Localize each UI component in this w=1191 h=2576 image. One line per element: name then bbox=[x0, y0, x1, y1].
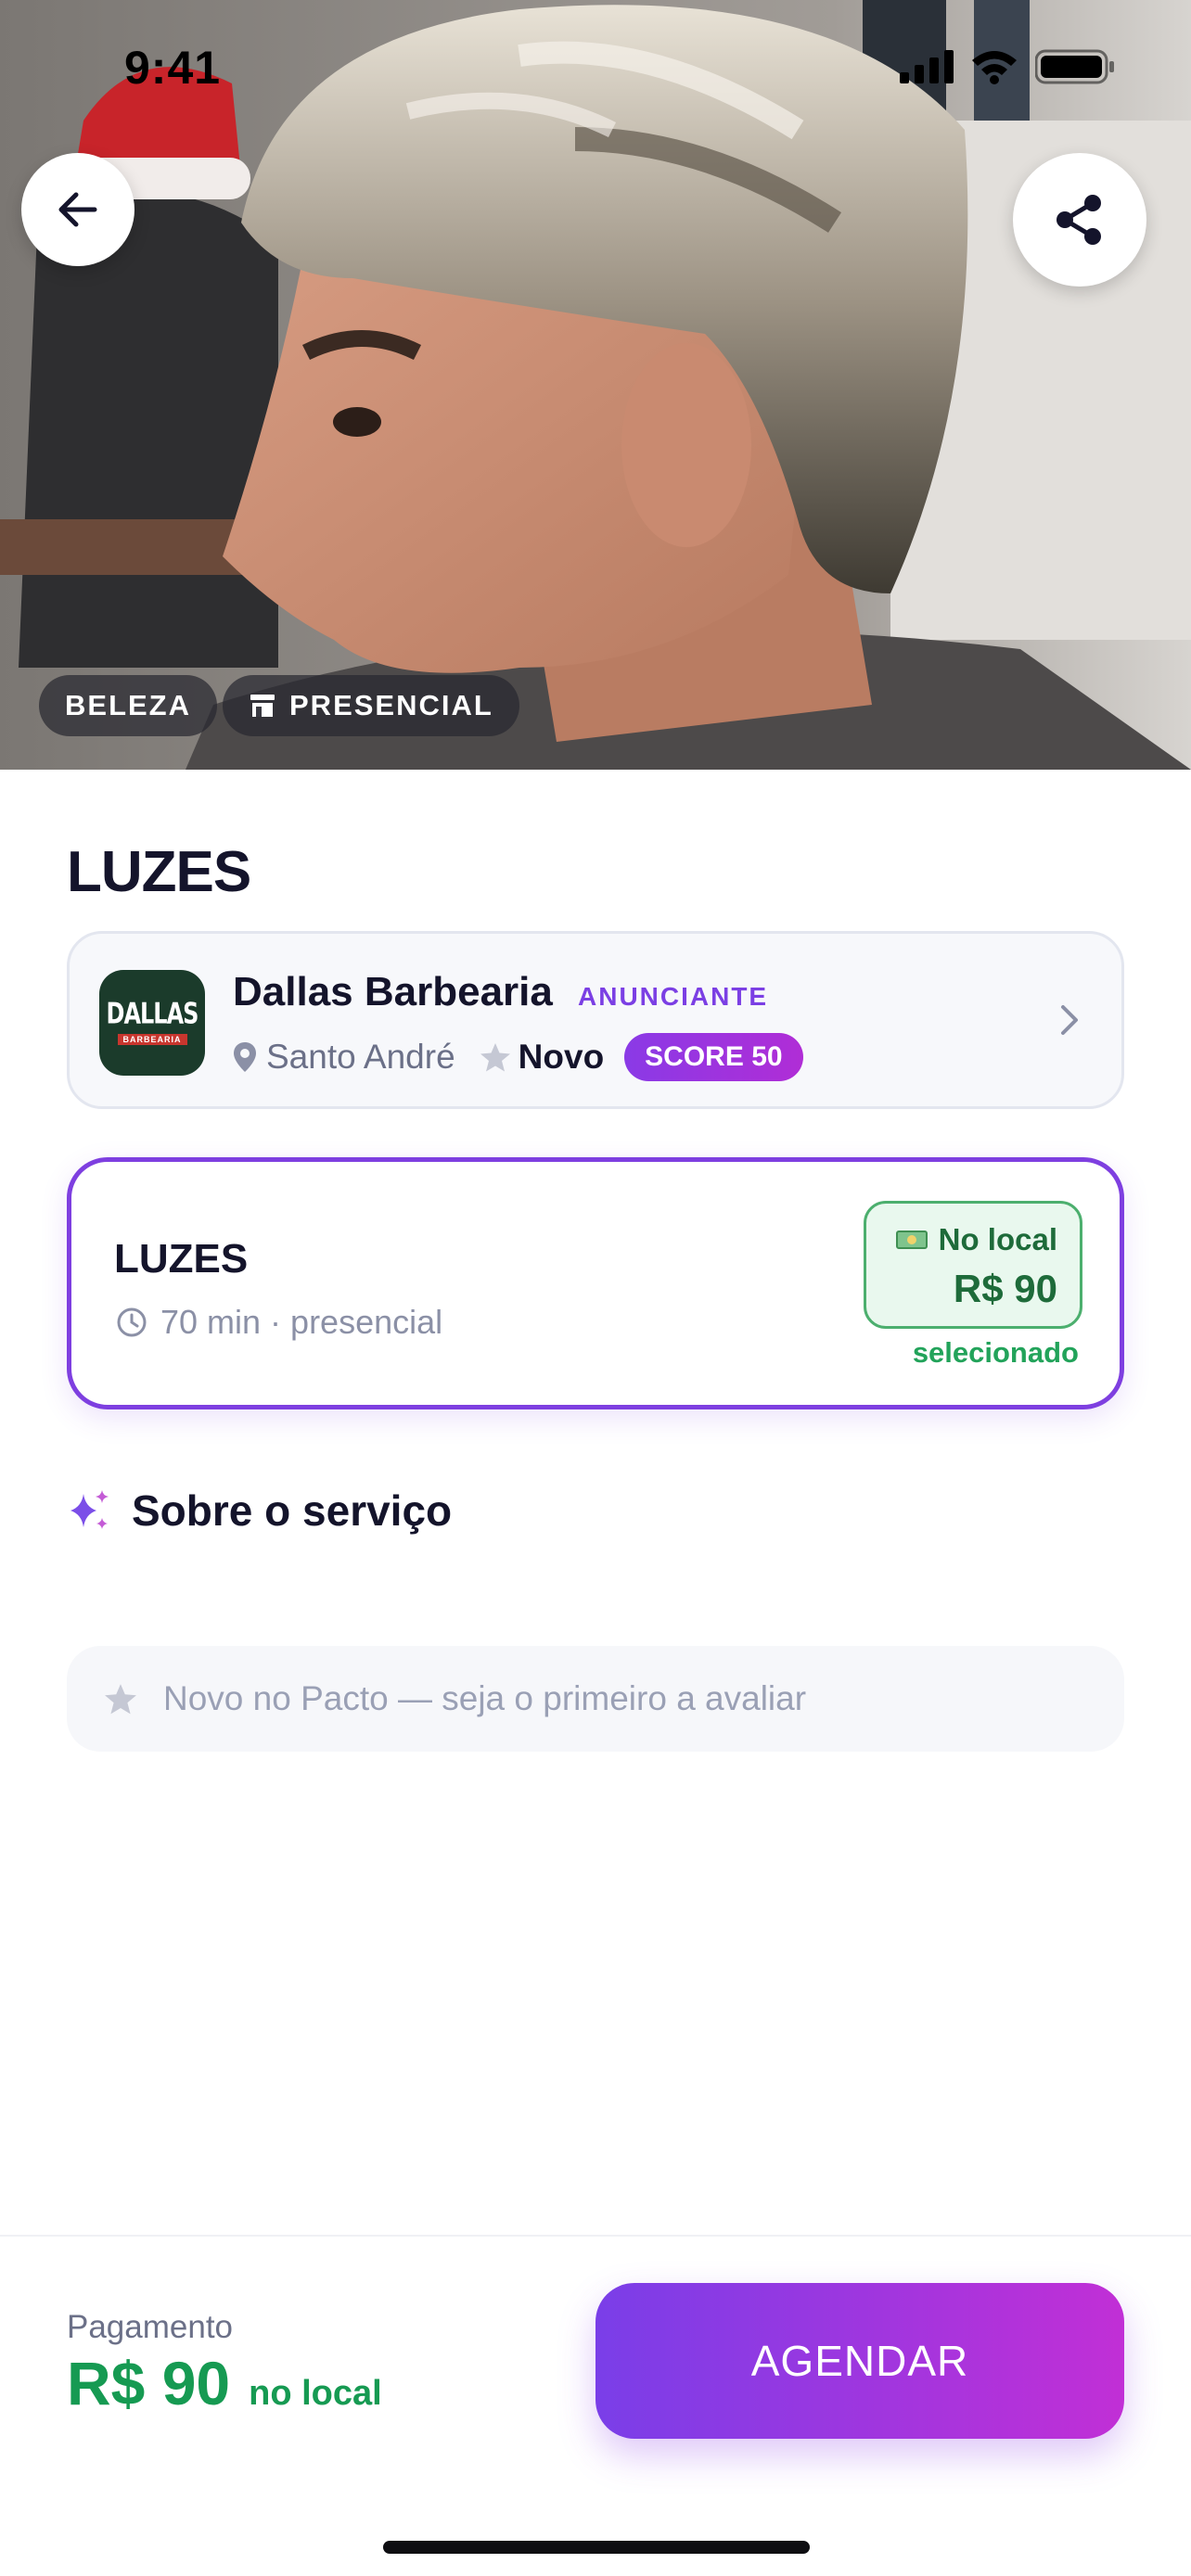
service-option-card[interactable]: LUZES 70 min · presencial No local R$ 90… bbox=[67, 1157, 1124, 1409]
back-button[interactable] bbox=[21, 153, 134, 266]
reviews-empty-text: Novo no Pacto — seja o primeiro a avalia… bbox=[163, 1679, 807, 1717]
hero-photo: 9:41 BELEZA PRESENCIAL bbox=[0, 0, 1191, 770]
about-section-header[interactable]: Sobre o serviço bbox=[67, 1486, 452, 1536]
service-option-duration: 70 min · presencial bbox=[160, 1303, 443, 1341]
payment-label: Pagamento bbox=[67, 2309, 234, 2345]
home-indicator bbox=[383, 2541, 810, 2554]
selected-label: selecionado bbox=[912, 1336, 1079, 1369]
about-label: Sobre o serviço bbox=[132, 1486, 453, 1535]
provider-name: Dallas Barbearia bbox=[233, 969, 553, 1014]
modality-chip-label: PRESENCIAL bbox=[289, 689, 493, 721]
service-option-name: LUZES bbox=[114, 1236, 249, 1282]
star-icon bbox=[105, 1684, 136, 1715]
service-option-price: R$ 90 bbox=[953, 1267, 1057, 1310]
battery-icon bbox=[1035, 49, 1114, 84]
payment-method-label: No local bbox=[938, 1222, 1057, 1256]
provider-logo: DALLAS BARBEARIA bbox=[99, 970, 205, 1076]
provider-meta: Santo André Novo SCORE 50 bbox=[233, 1031, 803, 1083]
payment-method: No local bbox=[895, 1222, 1057, 1257]
status-time: 9:41 bbox=[124, 42, 222, 94]
reviews-empty-state: Novo no Pacto — seja o primeiro a avalia… bbox=[67, 1646, 1124, 1752]
total-price: R$ 90 bbox=[67, 2349, 231, 2417]
provider-location: Santo André bbox=[266, 1038, 455, 1076]
modality-chip: PRESENCIAL bbox=[223, 675, 519, 736]
schedule-button[interactable]: AGENDAR bbox=[596, 2283, 1124, 2439]
page-title: LUZES bbox=[67, 840, 251, 904]
bottom-bar: Pagamento R$ 90 no local AGENDAR bbox=[0, 2235, 1191, 2576]
arrow-left-icon bbox=[58, 192, 97, 227]
cellular-signal-icon bbox=[900, 50, 954, 83]
status-icons bbox=[900, 48, 1115, 85]
status-bar: 9:41 bbox=[0, 0, 1191, 130]
chevron-right-icon bbox=[1061, 1005, 1078, 1035]
price-option[interactable]: No local R$ 90 bbox=[864, 1201, 1082, 1329]
provider-card[interactable]: DALLAS BARBEARIA Dallas Barbearia ANUNCI… bbox=[67, 931, 1124, 1109]
share-icon bbox=[1057, 195, 1101, 245]
provider-rating: Novo bbox=[518, 1038, 605, 1076]
location-pin-icon bbox=[234, 1042, 256, 1072]
sparkles-icon bbox=[70, 1490, 109, 1529]
provider-logo-subtext: BARBEARIA bbox=[117, 1034, 187, 1045]
star-icon bbox=[480, 1043, 510, 1072]
category-chip-label: BELEZA bbox=[65, 689, 191, 721]
service-option-meta: 70 min · presencial bbox=[116, 1303, 442, 1342]
clock-icon bbox=[117, 1307, 147, 1337]
provider-logo-text: DALLAS bbox=[106, 996, 199, 1031]
share-button[interactable] bbox=[1013, 153, 1146, 287]
wifi-icon bbox=[972, 51, 1017, 84]
category-chip: BELEZA bbox=[39, 675, 217, 736]
money-icon bbox=[895, 1231, 928, 1249]
payment-summary: R$ 90 no local bbox=[67, 2348, 382, 2418]
payment-suffix: no local bbox=[249, 2374, 382, 2413]
store-icon bbox=[250, 695, 275, 717]
score-badge: SCORE 50 bbox=[624, 1033, 803, 1081]
provider-tag: ANUNCIANTE bbox=[578, 982, 769, 1011]
